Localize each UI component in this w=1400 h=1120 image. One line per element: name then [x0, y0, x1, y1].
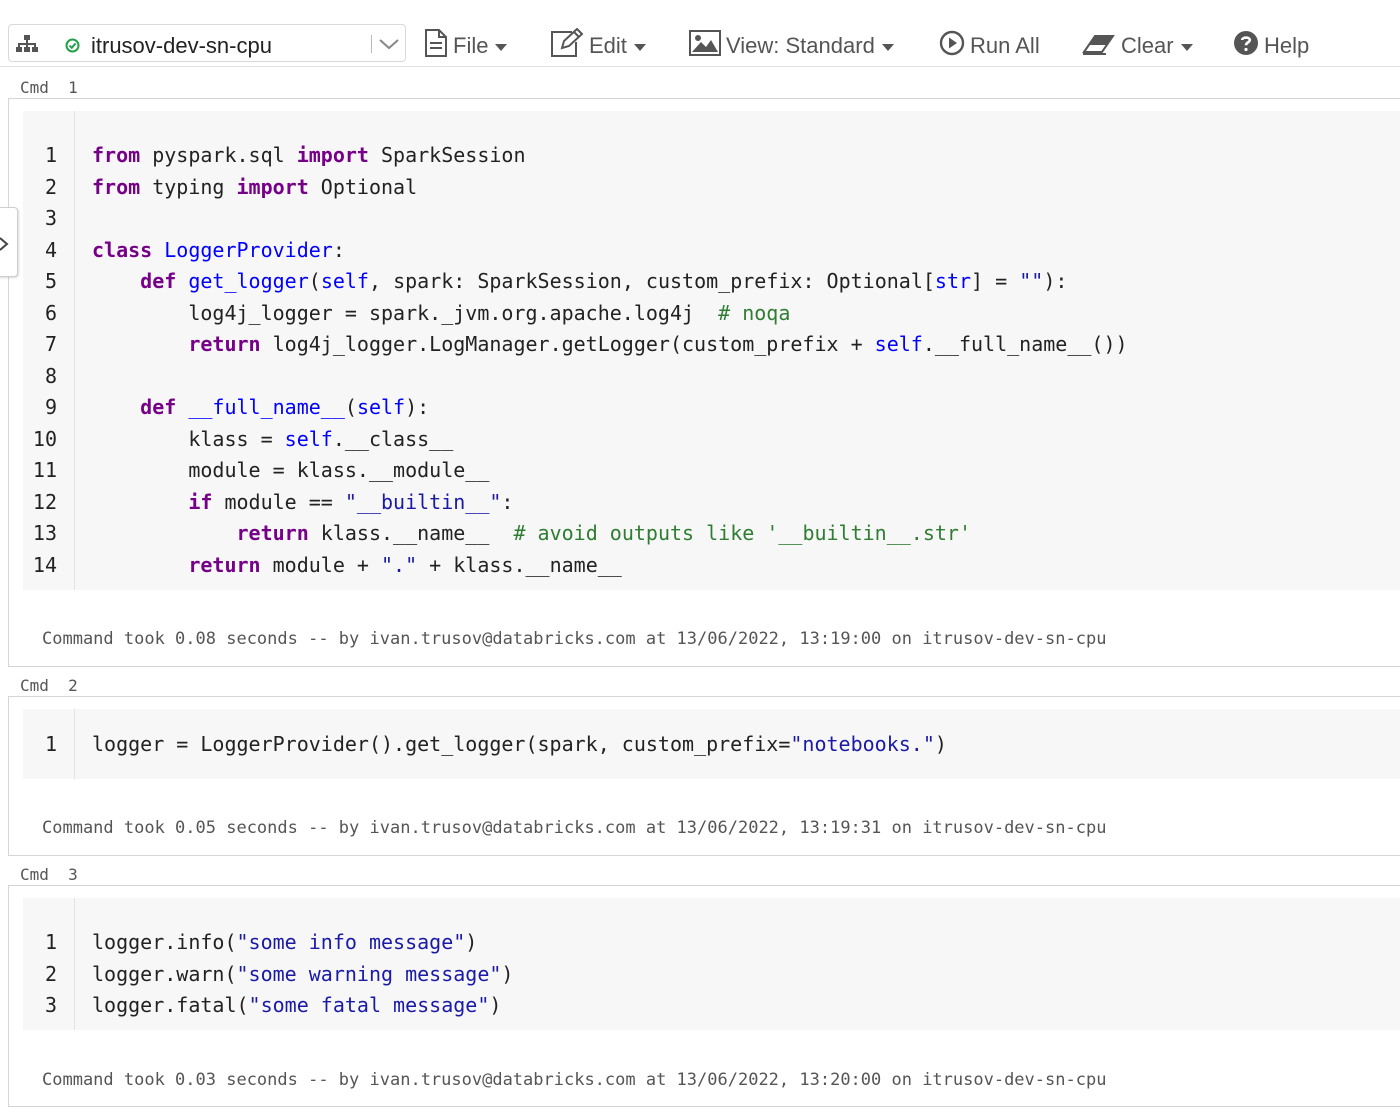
code-text: class LoggerProvider: — [92, 237, 345, 262]
chevron-down-icon[interactable] — [377, 35, 401, 58]
run-all-button[interactable]: Run All — [939, 30, 1040, 62]
cluster-divider — [371, 35, 372, 53]
play-circle-icon — [939, 30, 965, 62]
edit-icon — [550, 27, 584, 64]
code-text: return log4j_logger.LogManager.getLogger… — [188, 332, 1128, 356]
help-button[interactable]: Help — [1233, 30, 1309, 62]
cell-2-command-result: Command took 0.05 seconds -- by ivan.tru… — [42, 818, 1107, 838]
help-circle-icon — [1233, 30, 1259, 62]
code-text: klass = self.__class__ — [92, 426, 454, 451]
code-text: def __full_name__(self): — [140, 395, 430, 419]
line-number: 13 — [32, 521, 57, 545]
code-text: from pyspark.sql import SparkSession — [92, 143, 526, 167]
notebook-cell-1[interactable]: 1 from pyspark.sql import SparkSession 2 fr… — [8, 98, 1400, 667]
line-number: 3 — [44, 206, 57, 230]
view-menu[interactable]: View: Standard — [689, 30, 894, 62]
line-number: 12 — [32, 489, 57, 514]
notebook-toolbar: itrusov-dev-sn-cpu File Edit View: Stand… — [0, 0, 1400, 67]
line-number: 8 — [44, 363, 57, 388]
code-text: logger = LoggerProvider().get_logger(spa… — [92, 732, 947, 756]
notebook-cell-3[interactable]: 1 logger.info("some info message") 2 logger… — [8, 885, 1400, 1107]
caret-down-icon — [881, 43, 894, 51]
cluster-running-icon — [65, 38, 80, 58]
cell-3-code-editor[interactable]: 1 logger.info("some info message") 2 logger… — [23, 898, 1400, 1030]
code-text: def get_logger(self, spark: SparkSession… — [140, 269, 1068, 293]
cell-1-label: Cmd 1 — [20, 78, 78, 97]
chevron-right-icon — [0, 237, 9, 251]
line-number: 5 — [44, 269, 57, 293]
document-icon — [424, 29, 448, 63]
file-menu-label: File — [453, 33, 489, 58]
image-icon — [689, 30, 721, 62]
code-text: if module == "__builtin__": — [188, 489, 514, 514]
line-number: 7 — [44, 332, 57, 356]
view-menu-label: View: Standard — [726, 33, 875, 58]
line-number: 2 — [44, 961, 57, 986]
notebook-cell-2[interactable]: 1 logger = LoggerProvider().get_logger(sp… — [8, 696, 1400, 856]
line-number: 4 — [44, 237, 57, 262]
line-number: 14 — [32, 552, 57, 577]
line-number: 1 — [44, 143, 57, 167]
line-number: 3 — [44, 993, 57, 1017]
cluster-network-icon — [16, 34, 38, 59]
caret-down-icon — [495, 43, 508, 51]
cell-2-label: Cmd 2 — [20, 676, 78, 695]
caret-down-icon — [1180, 43, 1193, 51]
code-text: logger.fatal("some fatal message") — [92, 993, 502, 1017]
help-label: Help — [1264, 33, 1310, 58]
line-number: 10 — [32, 426, 57, 451]
line-number: 2 — [44, 174, 57, 199]
caret-down-icon — [633, 43, 646, 51]
cell-3-command-result: Command took 0.03 seconds -- by ivan.tru… — [42, 1070, 1107, 1090]
cell-1-command-result: Command took 0.08 seconds -- by ivan.tru… — [42, 629, 1107, 649]
code-text: log4j_logger = spark._jvm.org.apache.log… — [92, 300, 791, 325]
code-text: from typing import Optional — [92, 174, 418, 199]
clear-menu-label: Clear — [1121, 33, 1174, 58]
cluster-selector[interactable]: itrusov-dev-sn-cpu — [8, 24, 406, 62]
run-all-label: Run All — [970, 33, 1040, 58]
line-number: 11 — [32, 458, 57, 482]
code-text: logger.info("some info message") — [92, 930, 478, 954]
line-number: 1 — [44, 930, 57, 954]
cell-1-code-editor[interactable]: 1 from pyspark.sql import SparkSession 2 fr… — [23, 111, 1400, 590]
edit-menu[interactable]: Edit — [550, 27, 646, 64]
cell-3-label: Cmd 3 — [20, 865, 78, 884]
edit-menu-label: Edit — [589, 33, 627, 58]
line-number: 1 — [44, 732, 57, 756]
side-panel-toggle[interactable] — [0, 207, 18, 277]
line-number: 6 — [44, 300, 57, 325]
code-text: return klass.__name__ # avoid outputs li… — [236, 521, 972, 545]
code-text: return module + "." + klass.__name__ — [188, 552, 622, 577]
line-number: 9 — [44, 395, 57, 419]
code-text: logger.warn("some warning message") — [92, 961, 514, 986]
cluster-name: itrusov-dev-sn-cpu — [91, 33, 272, 58]
clear-menu[interactable]: Clear — [1082, 30, 1193, 62]
file-menu[interactable]: File — [424, 29, 508, 63]
eraser-icon — [1082, 31, 1116, 61]
cell-2-code-editor[interactable]: 1 logger = LoggerProvider().get_logger(sp… — [23, 709, 1400, 779]
code-text: module = klass.__module__ — [92, 458, 490, 482]
